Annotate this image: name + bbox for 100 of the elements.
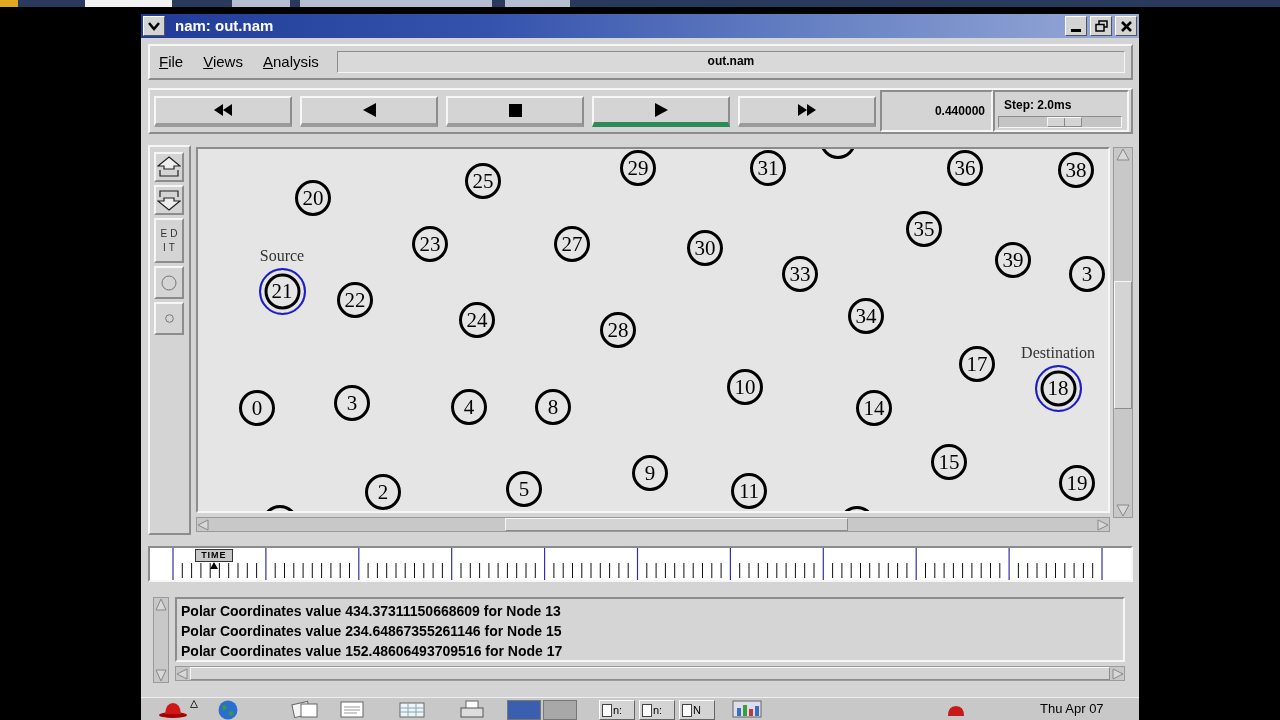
log-line: Polar Coordinates value 434.37311150668609 for Node 13 <box>181 602 562 621</box>
minimize-icon <box>1071 28 1081 32</box>
spreadsheet-icon[interactable] <box>397 700 427 718</box>
network-node: 17 <box>959 346 995 382</box>
network-node: 15 <box>931 444 967 480</box>
scrollbar-thumb[interactable] <box>1114 281 1132 409</box>
menu-item[interactable]: Views <box>201 53 245 71</box>
step-back-button[interactable] <box>300 95 438 127</box>
scroll-left-arrow-icon[interactable] <box>176 667 188 680</box>
network-node: 8 <box>535 389 571 425</box>
scrollbar-thumb[interactable] <box>190 667 1110 680</box>
network-node: 23 <box>412 226 448 262</box>
up-triangle-icon[interactable] <box>190 700 198 708</box>
network-node: 33 <box>782 256 818 292</box>
play-button[interactable] <box>592 95 730 127</box>
rewind-button[interactable] <box>154 95 292 127</box>
window-menu-button[interactable] <box>143 16 165 36</box>
network-node: 28 <box>600 312 636 348</box>
scroll-right-arrow-icon[interactable] <box>1112 667 1124 680</box>
fast-forward-button[interactable] <box>738 95 876 127</box>
network-node: 10 <box>727 369 763 405</box>
network-node: 5 <box>506 471 542 507</box>
down-arrow-icon <box>157 189 181 211</box>
network-node: 36 <box>947 150 983 186</box>
network-node: 25 <box>465 163 501 199</box>
network-node: 24 <box>459 302 495 338</box>
vertical-scrollbar[interactable] <box>1113 147 1133 518</box>
node-label: Source <box>259 247 305 265</box>
bar-chart-icon[interactable] <box>732 700 762 718</box>
network-node: 11 <box>731 473 767 509</box>
time-marker[interactable]: TIME <box>194 549 233 562</box>
menu-item[interactable]: Analysis <box>260 53 321 71</box>
log-line: Polar Coordinates value 152.48606493709516 for Node 17 <box>181 642 564 661</box>
circle-tool-button[interactable] <box>154 266 184 299</box>
network-node: 34 <box>848 298 884 334</box>
redhat-icon[interactable] <box>158 700 188 718</box>
task-button[interactable]: N <box>679 700 715 720</box>
task-button[interactable]: n: <box>639 700 675 720</box>
chevron-down-icon <box>147 21 161 31</box>
network-node: 29 <box>620 150 656 186</box>
step-slider[interactable] <box>998 116 1122 128</box>
time-pointer-icon <box>209 562 218 569</box>
scroll-up-arrow-icon[interactable] <box>1116 148 1130 161</box>
horizontal-scrollbar[interactable] <box>175 666 1125 681</box>
printer-icon[interactable] <box>457 700 487 718</box>
scroll-left-arrow-icon[interactable] <box>197 518 209 531</box>
close-icon <box>1119 19 1133 33</box>
scroll-down-arrow-icon[interactable] <box>155 669 167 682</box>
network-node: 0 <box>239 390 275 426</box>
timeline[interactable]: TIME <box>148 546 1133 582</box>
maximize-icon <box>1094 20 1108 32</box>
scroll-down-arrow-icon[interactable] <box>1116 504 1130 517</box>
window-icon <box>642 703 652 717</box>
rewind-icon <box>214 104 232 116</box>
stop-icon <box>508 103 522 117</box>
clock-text: Thu Apr 07 <box>1040 701 1104 717</box>
network-node: 35 <box>906 211 942 247</box>
vertical-scrollbar[interactable] <box>153 597 169 683</box>
stop-button[interactable] <box>446 95 584 127</box>
network-node: 4 <box>451 389 487 425</box>
file-name-display: out.nam <box>336 51 1125 73</box>
scrollbar-thumb[interactable] <box>505 518 848 531</box>
zoom-out-button[interactable] <box>154 185 184 215</box>
notepad-icon[interactable] <box>337 700 367 718</box>
network-node: 2 <box>365 474 401 510</box>
time-display: 0.440000 <box>880 90 993 132</box>
network-node: 21 <box>258 267 306 315</box>
close-button[interactable] <box>1115 16 1137 36</box>
menu-item[interactable]: File <box>157 53 186 71</box>
small-circle-icon <box>164 314 174 323</box>
step-label: Step: 2.0ms <box>1004 98 1073 112</box>
scroll-up-arrow-icon[interactable] <box>155 598 167 611</box>
network-node: 31 <box>750 150 786 186</box>
slider-thumb[interactable] <box>1046 117 1082 127</box>
edit-button[interactable]: EDIT <box>154 218 184 263</box>
network-node: 22 <box>337 282 373 318</box>
task-button[interactable]: n: <box>599 700 635 720</box>
small-circle-tool-button[interactable] <box>154 302 184 335</box>
window-icon <box>602 703 612 717</box>
network-node: 14 <box>856 390 892 426</box>
horizontal-scrollbar[interactable] <box>196 517 1110 532</box>
window-title: nam: out.nam <box>175 15 275 36</box>
network-node: 38 <box>1058 152 1094 188</box>
network-node: 3 <box>1069 256 1105 292</box>
scroll-right-arrow-icon[interactable] <box>1097 518 1109 531</box>
network-node: 27 <box>554 226 590 262</box>
minimize-button[interactable] <box>1065 16 1087 36</box>
network-node: 9 <box>632 455 668 491</box>
network-node: 18 <box>1034 364 1082 412</box>
reverse-play-icon <box>362 103 376 117</box>
log-line: Polar Coordinates value 234.64867355261146 for Node 15 <box>181 622 563 641</box>
maximize-button[interactable] <box>1090 16 1112 36</box>
globe-icon[interactable] <box>218 700 238 720</box>
play-icon <box>654 102 668 117</box>
workspace-button[interactable] <box>543 700 577 720</box>
network-node: 20 <box>295 180 331 216</box>
zoom-in-button[interactable] <box>154 152 184 182</box>
network-node: 19 <box>1059 465 1095 501</box>
papers-icon[interactable] <box>290 700 320 718</box>
window-icon <box>682 703 692 717</box>
